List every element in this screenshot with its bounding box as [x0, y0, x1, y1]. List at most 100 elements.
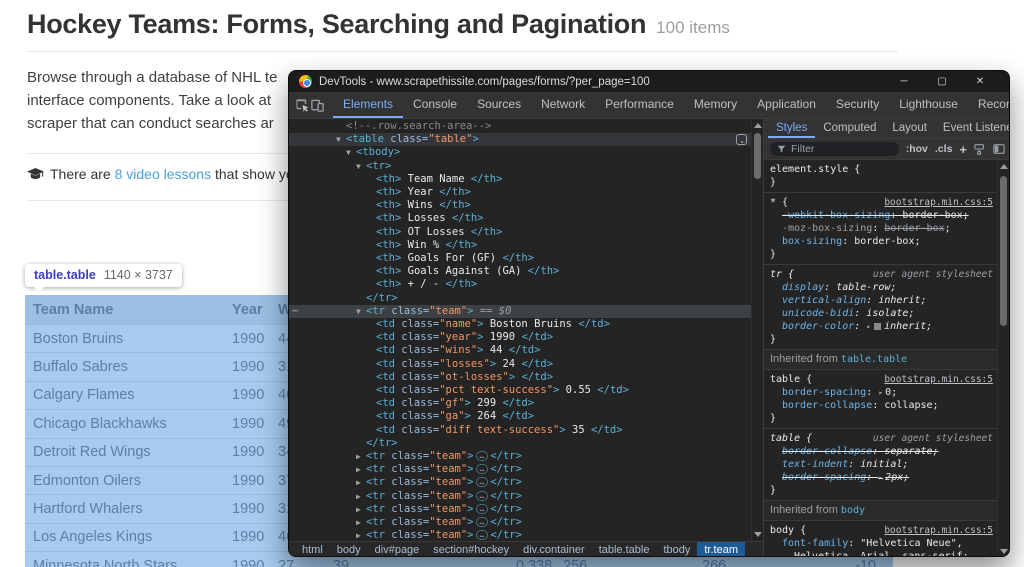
inherited-from-link[interactable]: table.table — [841, 354, 907, 365]
maximize-button[interactable]: ▢ — [923, 76, 961, 87]
css-declaration[interactable]: border-spacing: ▸0; — [770, 386, 993, 399]
expand-arrow-icon[interactable]: ▶ — [356, 516, 361, 529]
tree-node[interactable]: <th> Year </th> — [289, 186, 751, 199]
tree-node[interactable]: ▼<table class="table"> — [289, 133, 751, 146]
styles-tab-event-listeners[interactable]: Event Listeners — [935, 119, 1010, 138]
devtools-titlebar[interactable]: DevTools - www.scrapethissite.com/pages/… — [289, 71, 1009, 92]
minimize-button[interactable]: ─ — [885, 76, 923, 87]
css-rule[interactable]: table {user agent stylesheetborder-colla… — [764, 429, 997, 501]
breadcrumb-tr-team[interactable]: tr.team — [697, 542, 745, 557]
css-rule[interactable]: * {bootstrap.min.css:5-webkit-box-sizing… — [764, 193, 997, 265]
expand-arrow-icon[interactable]: ▶ — [356, 463, 361, 476]
expand-arrow-icon[interactable]: ▶ — [356, 503, 361, 516]
breadcrumb-body[interactable]: body — [330, 542, 368, 557]
tree-node[interactable]: <td class="ga"> 264 </td> — [289, 410, 751, 423]
video-lessons-link[interactable]: 8 video lessons — [115, 166, 212, 182]
tab-elements[interactable]: Elements — [333, 92, 403, 118]
tab-sources[interactable]: Sources — [467, 92, 531, 118]
css-rule[interactable]: tr {user agent stylesheetdisplay: table-… — [764, 265, 997, 350]
inherited-from-link[interactable]: body — [841, 505, 865, 516]
expand-shorthand-icon[interactable]: ▸ — [878, 388, 883, 397]
scroll-down-icon[interactable] — [754, 532, 762, 537]
styles-scrollbar[interactable] — [997, 160, 1009, 557]
tab-console[interactable]: Console — [403, 92, 467, 118]
tree-node[interactable]: <th> Team Name </th> — [289, 173, 751, 186]
tab-application[interactable]: Application — [747, 92, 826, 118]
css-declaration[interactable]: unicode-bidi: isolate; — [770, 307, 993, 320]
scroll-into-view-adorner-icon[interactable] — [736, 134, 747, 145]
tree-node[interactable]: <th> + / - </th> — [289, 278, 751, 291]
tree-node[interactable]: <td class="wins"> 44 </td> — [289, 344, 751, 357]
css-declaration[interactable]: display: table-row; — [770, 281, 993, 294]
css-declaration[interactable]: border-collapse: separate; — [770, 445, 993, 458]
sidebar-panel-toggle-icon[interactable] — [993, 143, 1005, 155]
tab-memory[interactable]: Memory — [684, 92, 747, 118]
tab-performance[interactable]: Performance — [595, 92, 684, 118]
stylesheet-source-link[interactable]: bootstrap.min.css:5 — [878, 196, 993, 209]
tree-node[interactable]: ▶<tr class="team">…</tr> — [289, 450, 751, 463]
expand-shorthand-icon[interactable]: ▸ — [866, 322, 871, 331]
tab-lighthouse[interactable]: Lighthouse — [889, 92, 968, 118]
styles-filter-input[interactable]: Filter — [770, 142, 899, 156]
css-declaration[interactable]: -moz-box-sizing: border-box; — [770, 222, 993, 235]
tree-node[interactable]: ▶<tr class="team">…</tr> — [289, 503, 751, 516]
close-button[interactable]: ✕ — [961, 76, 999, 87]
scroll-up-icon[interactable] — [1000, 164, 1008, 169]
breadcrumb-html[interactable]: html — [295, 542, 330, 557]
css-declaration[interactable]: vertical-align: inherit; — [770, 294, 993, 307]
tree-node[interactable]: <th> Goals Against (GA) </th> — [289, 265, 751, 278]
tree-node[interactable]: <th> Losses </th> — [289, 212, 751, 225]
scrollbar-thumb[interactable] — [754, 133, 761, 179]
breadcrumb-tbody[interactable]: tbody — [656, 542, 697, 557]
inspect-element-button[interactable] — [295, 92, 310, 118]
breadcrumb-div-page[interactable]: div#page — [368, 542, 427, 557]
tree-node[interactable]: ▶<tr class="team">…</tr> — [289, 463, 751, 476]
tab-security[interactable]: Security — [826, 92, 889, 118]
tree-node[interactable]: <th> Win % </th> — [289, 239, 751, 252]
expand-arrow-icon[interactable]: ▶ — [356, 476, 361, 489]
elements-scrollbar[interactable] — [751, 119, 763, 541]
collapse-arrow-icon[interactable]: ▼ — [356, 160, 361, 173]
tab-recorder[interactable]: Recorder — [968, 92, 1010, 118]
css-declaration[interactable]: text-indent: initial; — [770, 458, 993, 471]
tree-node[interactable]: ▼⋯<tr class="team"> == $0 — [289, 305, 751, 318]
tree-node[interactable]: <th> OT Losses </th> — [289, 226, 751, 239]
expand-arrow-icon[interactable]: ▶ — [356, 529, 361, 541]
tree-node[interactable]: <th> Goals For (GF) </th> — [289, 252, 751, 265]
styles-tab-styles[interactable]: Styles — [768, 119, 815, 138]
collapse-arrow-icon[interactable]: ▼ — [356, 305, 361, 318]
tree-node[interactable]: ▶<tr class="team">…</tr> — [289, 516, 751, 529]
scroll-down-icon[interactable] — [1000, 549, 1008, 554]
tree-node[interactable]: <td class="gf"> 299 </td> — [289, 397, 751, 410]
css-declaration[interactable]: border-spacing: ▸2px; — [770, 471, 993, 484]
expand-arrow-icon[interactable]: ▶ — [356, 490, 361, 503]
device-toolbar-toggle-button[interactable] — [310, 92, 325, 118]
new-style-rule-button[interactable]: + — [959, 142, 967, 157]
breadcrumb-section-hockey[interactable]: section#hockey — [426, 542, 516, 557]
class-toggle[interactable]: .cls — [935, 143, 953, 155]
tree-node[interactable]: ▼<tr> — [289, 160, 751, 173]
tree-node[interactable]: </tr> — [289, 437, 751, 450]
tree-node[interactable]: ▶<tr class="team">…</tr> — [289, 529, 751, 541]
expand-arrow-icon[interactable]: ▶ — [356, 450, 361, 463]
collapse-arrow-icon[interactable]: ▼ — [336, 133, 341, 146]
pseudo-state-toggle[interactable]: :hov — [906, 143, 928, 155]
css-declaration[interactable]: box-sizing: border-box; — [770, 235, 993, 248]
css-rule[interactable]: element.style {} — [764, 160, 997, 193]
tree-node[interactable]: ▶<tr class="team">…</tr> — [289, 490, 751, 503]
tree-node[interactable]: <td class="pct text-success"> 0.55 </td> — [289, 384, 751, 397]
css-declaration[interactable]: border-collapse: collapse; — [770, 399, 993, 412]
node-gutter-menu-icon[interactable]: ⋯ — [292, 305, 299, 318]
tree-node[interactable]: <td class="name"> Boston Bruins </td> — [289, 318, 751, 331]
stylesheet-source-link[interactable]: bootstrap.min.css:5 — [878, 524, 993, 537]
styles-tab-layout[interactable]: Layout — [884, 119, 935, 138]
css-declaration[interactable]: -webkit-box-sizing: border-box; — [770, 209, 993, 222]
expand-shorthand-icon[interactable]: ▸ — [878, 473, 883, 482]
css-rule[interactable]: body {bootstrap.min.css:5font-family: "H… — [764, 521, 997, 557]
css-declaration[interactable]: border-color: ▸inherit; — [770, 320, 993, 333]
tree-node[interactable]: <th> Wins </th> — [289, 199, 751, 212]
collapse-arrow-icon[interactable]: ▼ — [346, 146, 351, 159]
tab-network[interactable]: Network — [531, 92, 595, 118]
tree-node[interactable]: <td class="ot-losses"> </td> — [289, 371, 751, 384]
color-swatch[interactable] — [874, 323, 881, 330]
